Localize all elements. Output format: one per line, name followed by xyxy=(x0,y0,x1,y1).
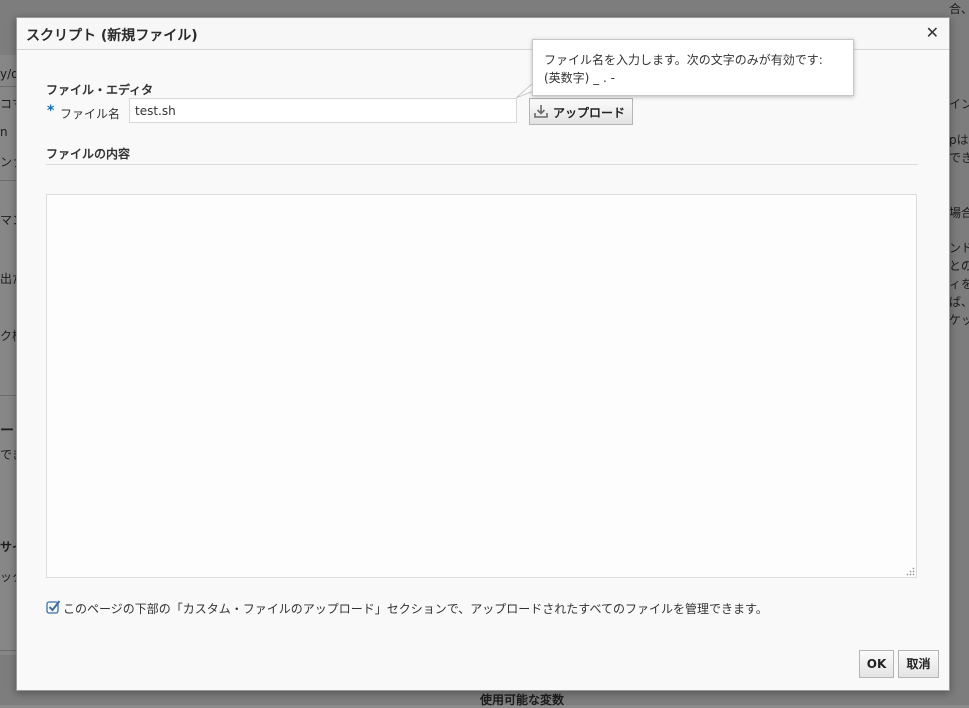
bg-fragment: でき xyxy=(0,448,16,462)
upload-button[interactable]: アップロード xyxy=(529,98,633,125)
tooltip-line-1: ファイル名を入力します。次の文字のみが有効です: xyxy=(544,53,823,67)
filename-label: ファイル名 xyxy=(60,107,121,121)
bg-fragment: 出た xyxy=(0,272,16,286)
required-marker: * xyxy=(47,103,55,119)
bg-fragment: ィを xyxy=(949,277,969,291)
bg-fragment: n xyxy=(0,125,8,139)
resize-grip-icon[interactable] xyxy=(906,567,915,576)
file-content-section-title: ファイルの内容 xyxy=(46,147,131,161)
info-check-icon xyxy=(46,600,61,614)
info-text: このページの下部の「カスタム・ファイルのアップロード」セクションで、アップロード… xyxy=(63,602,768,616)
bg-divider xyxy=(0,395,16,396)
filename-input[interactable] xyxy=(129,98,517,123)
cancel-button[interactable]: 取消 xyxy=(898,650,939,678)
bg-divider xyxy=(0,180,16,181)
bg-fragment: ク柄 xyxy=(0,329,16,343)
bg-divider xyxy=(0,86,16,87)
close-icon[interactable]: ✕ xyxy=(926,24,939,42)
bg-fragment: 場合( xyxy=(949,206,969,220)
bg-fragment: との xyxy=(949,259,969,273)
tooltip-line-2: (英数字) _ . - xyxy=(544,71,615,85)
upload-button-label: アップロード xyxy=(553,106,626,120)
bg-fragment: コマ xyxy=(0,97,16,111)
dialog-title: スクリプト (新規ファイル) xyxy=(26,28,198,44)
background-left-panel xyxy=(0,55,16,655)
bg-fragment: マン xyxy=(0,213,16,227)
bg-fragment: 使用可能な変数 xyxy=(480,693,565,707)
bg-fragment: サイ xyxy=(0,540,16,554)
bg-fragment: ック xyxy=(0,570,16,584)
ok-button[interactable]: OK xyxy=(859,650,894,678)
script-dialog: スクリプト (新規ファイル) ✕ ファイル・エディタ * ファイル名 アップロー… xyxy=(16,17,950,691)
bg-fragment: ば、 xyxy=(949,295,969,309)
bg-fragment: 合、 xyxy=(949,2,969,16)
filename-tooltip: ファイル名を入力します。次の文字のみが有効です: (英数字) _ . - xyxy=(532,39,854,96)
bg-fragment: でき xyxy=(949,151,969,165)
bg-fragment: ート xyxy=(0,423,16,439)
bg-divider xyxy=(0,650,16,651)
bg-fragment: pはな xyxy=(949,133,969,147)
bg-fragment: ンァ xyxy=(0,155,16,169)
bg-fragment: y/o xyxy=(0,67,16,81)
bg-fragment: ケット xyxy=(949,313,969,327)
file-editor-section-title: ファイル・エディタ xyxy=(46,83,154,97)
upload-icon xyxy=(534,105,548,118)
bg-fragment: ンド( xyxy=(949,241,969,255)
file-content-textarea[interactable] xyxy=(46,194,917,578)
section-divider xyxy=(46,164,918,165)
bg-fragment: イン xyxy=(949,97,969,111)
